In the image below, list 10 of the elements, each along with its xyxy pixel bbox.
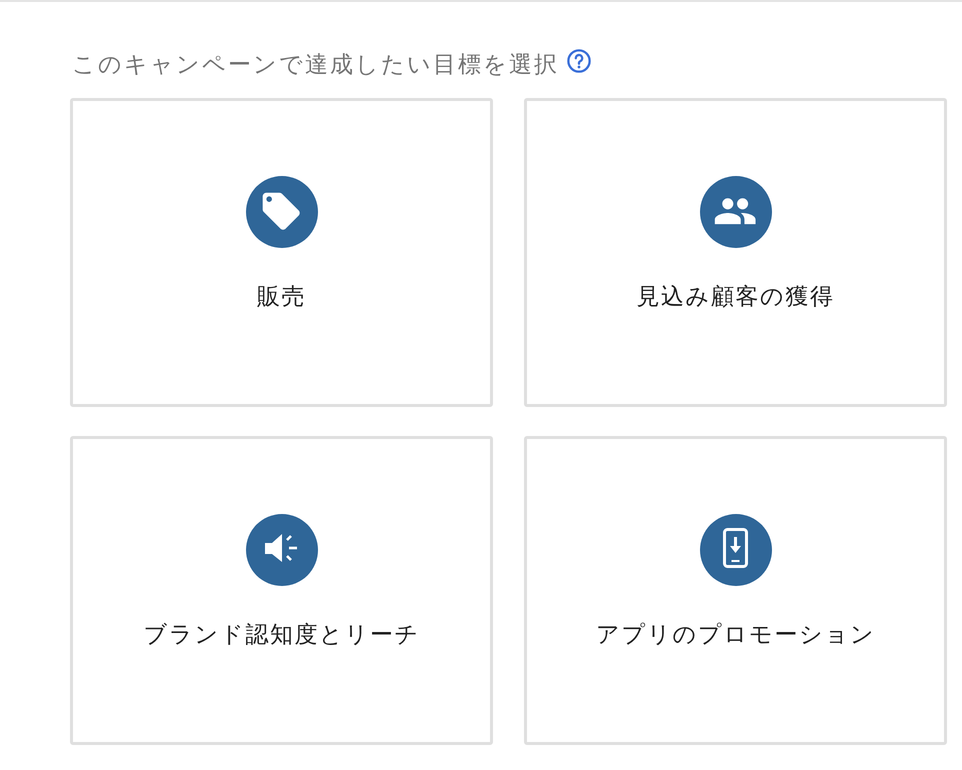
section-heading: このキャンペーンで達成したい目標を選択 [72, 50, 559, 79]
tag-icon [246, 176, 318, 248]
goal-option-card[interactable]: アプリのプロモーション [524, 436, 947, 745]
goal-option-card[interactable]: 見込み顧客の獲得 [524, 98, 947, 407]
phone-download-icon [700, 514, 772, 586]
people-icon [700, 176, 772, 248]
help-icon[interactable] [567, 49, 591, 73]
goal-option-card[interactable]: ブランド認知度とリーチ [70, 436, 493, 745]
goal-option-card[interactable]: 販売 [70, 98, 493, 407]
speaker-icon [246, 514, 318, 586]
